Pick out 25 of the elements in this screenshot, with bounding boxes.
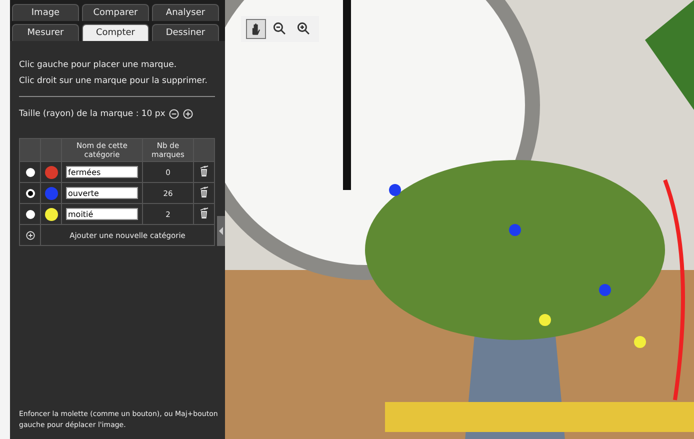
hand-icon[interactable] xyxy=(246,19,266,39)
radio-button[interactable] xyxy=(26,168,34,176)
trash-icon[interactable] xyxy=(198,207,210,219)
color-dot[interactable] xyxy=(44,208,58,220)
radio-button[interactable] xyxy=(26,210,34,218)
instruction-text: Clic gauche pour placer une marque. xyxy=(19,60,178,70)
tab[interactable]: Analyser xyxy=(152,4,219,21)
marker-size-label: Taille (rayon) de la marque : 10 px xyxy=(19,109,166,119)
color-dot[interactable] xyxy=(44,186,58,200)
tab[interactable]: Comparer xyxy=(82,4,149,21)
add-icon[interactable] xyxy=(26,230,34,240)
category-name-field[interactable]: fermées xyxy=(66,166,138,178)
tab[interactable]: Compter xyxy=(82,24,149,41)
minus-icon[interactable] xyxy=(169,109,180,119)
trash-icon[interactable] xyxy=(198,186,210,198)
tab[interactable]: Image xyxy=(12,4,79,21)
instruction-text: Clic droit sur une marque pour la supprimer. xyxy=(19,76,208,86)
plus-icon[interactable] xyxy=(183,109,194,119)
color-dot[interactable] xyxy=(44,166,58,178)
trash-icon[interactable] xyxy=(198,165,210,177)
radio-button[interactable] xyxy=(26,188,34,198)
category-name-field[interactable]: ouverte xyxy=(66,187,138,199)
category-name-field[interactable]: moitié xyxy=(66,208,138,220)
tab[interactable]: Mesurer xyxy=(12,24,79,41)
tab[interactable]: Dessiner xyxy=(152,24,219,41)
